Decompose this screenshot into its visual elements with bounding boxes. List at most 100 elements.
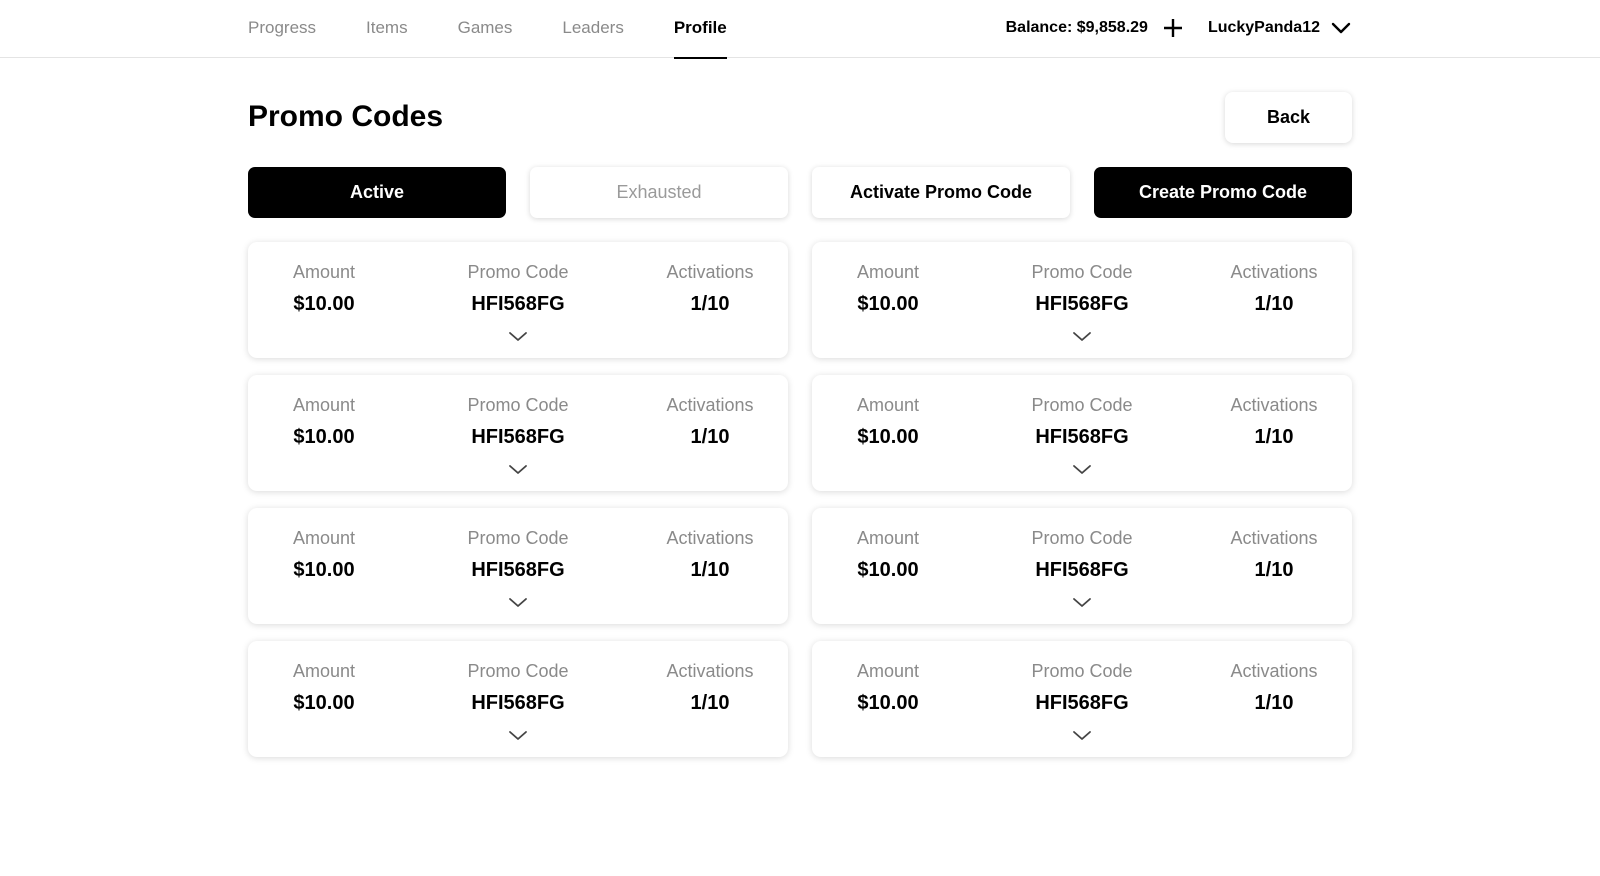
chevron-down-icon-glyph	[509, 331, 527, 341]
activations-label: Activations	[1230, 528, 1318, 548]
amount-value: $10.00	[857, 692, 919, 714]
promo-code-card: Amount $10.00 Promo Code HFI568FG Activa…	[248, 641, 788, 757]
chevron-down-icon[interactable]	[507, 328, 529, 344]
nav-item-profile[interactable]: Profile	[673, 0, 727, 59]
plus-icon-glyph	[1163, 19, 1182, 37]
activate-promo-code-button[interactable]: Activate Promo Code	[812, 167, 1070, 218]
promo-code-value: HFI568FG	[471, 692, 565, 714]
plus-icon[interactable]	[1160, 15, 1186, 41]
promo-code-label: Promo Code	[1031, 395, 1133, 415]
promo-code-label: Promo Code	[467, 528, 569, 548]
activations-column: Activations 1/10	[1184, 394, 1364, 449]
activations-column: Activations 1/10	[620, 660, 800, 715]
chevron-down-icon[interactable]	[1071, 461, 1093, 477]
activations-label: Activations	[666, 395, 754, 415]
promo-code-label: Promo Code	[467, 262, 569, 282]
nav-item-leaders[interactable]: Leaders	[562, 0, 623, 58]
amount-column: Amount $10.00	[798, 660, 978, 715]
promo-code-label: Promo Code	[1031, 661, 1133, 681]
chevron-down-icon[interactable]	[507, 461, 529, 477]
chevron-down-icon-glyph	[509, 730, 527, 740]
nav-item-games[interactable]: Games	[458, 0, 513, 58]
promo-code-card: Amount $10.00 Promo Code HFI568FG Activa…	[812, 508, 1352, 624]
amount-column: Amount $10.00	[798, 527, 978, 582]
promo-code-value: HFI568FG	[1035, 559, 1129, 581]
amount-column: Amount $10.00	[798, 394, 978, 449]
amount-value: $10.00	[857, 559, 919, 581]
username[interactable]: LuckyPanda12	[1208, 19, 1320, 37]
promo-code-label: Promo Code	[1031, 262, 1133, 282]
activations-value: 1/10	[690, 293, 730, 315]
promo-code-card: Amount $10.00 Promo Code HFI568FG Activa…	[248, 375, 788, 491]
amount-column: Amount $10.00	[234, 394, 414, 449]
account-area: Balance: $9,858.29 LuckyPanda12	[1006, 0, 1352, 56]
activations-column: Activations 1/10	[1184, 261, 1364, 316]
activations-value: 1/10	[690, 426, 730, 448]
promo-code-label: Promo Code	[1031, 528, 1133, 548]
amount-value: $10.00	[293, 293, 355, 315]
activations-value: 1/10	[1254, 426, 1294, 448]
promo-code-column: Promo Code HFI568FG	[992, 394, 1172, 449]
activations-column: Activations 1/10	[1184, 660, 1364, 715]
activations-label: Activations	[666, 262, 754, 282]
chevron-down-icon-glyph	[1331, 22, 1351, 34]
chevron-down-icon-glyph	[1073, 730, 1091, 740]
promo-code-column: Promo Code HFI568FG	[992, 261, 1172, 316]
promo-code-value: HFI568FG	[471, 559, 565, 581]
amount-value: $10.00	[857, 426, 919, 448]
nav-item-progress[interactable]: Progress	[248, 0, 316, 58]
promo-code-value: HFI568FG	[1035, 426, 1129, 448]
activations-label: Activations	[1230, 262, 1318, 282]
promo-code-label: Promo Code	[467, 395, 569, 415]
activations-column: Activations 1/10	[620, 527, 800, 582]
activations-value: 1/10	[1254, 559, 1294, 581]
back-button[interactable]: Back	[1225, 92, 1352, 143]
activations-column: Activations 1/10	[1184, 527, 1364, 582]
chevron-down-icon[interactable]	[507, 594, 529, 610]
activations-value: 1/10	[690, 692, 730, 714]
chevron-down-icon[interactable]	[1071, 594, 1093, 610]
chevron-down-icon-glyph	[1073, 597, 1091, 607]
amount-label: Amount	[292, 528, 356, 548]
main-nav: Progress Items Games Leaders Profile	[248, 0, 777, 59]
tab-active[interactable]: Active	[248, 167, 506, 218]
amount-value: $10.00	[857, 293, 919, 315]
amount-label: Amount	[856, 661, 920, 681]
promo-code-card: Amount $10.00 Promo Code HFI568FG Activa…	[248, 508, 788, 624]
promo-code-column: Promo Code HFI568FG	[428, 527, 608, 582]
promo-code-value: HFI568FG	[1035, 692, 1129, 714]
promo-code-card: Amount $10.00 Promo Code HFI568FG Activa…	[248, 242, 788, 358]
promo-code-column: Promo Code HFI568FG	[428, 660, 608, 715]
chevron-down-icon[interactable]	[507, 727, 529, 743]
promo-code-card: Amount $10.00 Promo Code HFI568FG Activa…	[812, 641, 1352, 757]
amount-value: $10.00	[293, 692, 355, 714]
activations-column: Activations 1/10	[620, 394, 800, 449]
activations-value: 1/10	[1254, 293, 1294, 315]
amount-label: Amount	[856, 395, 920, 415]
chevron-down-icon[interactable]	[1071, 727, 1093, 743]
promo-code-card: Amount $10.00 Promo Code HFI568FG Activa…	[812, 242, 1352, 358]
amount-label: Amount	[856, 262, 920, 282]
promo-code-column: Promo Code HFI568FG	[992, 660, 1172, 715]
amount-value: $10.00	[293, 426, 355, 448]
amount-label: Amount	[856, 528, 920, 548]
amount-value: $10.00	[293, 559, 355, 581]
chevron-down-icon-glyph	[509, 464, 527, 474]
promo-code-column: Promo Code HFI568FG	[428, 261, 608, 316]
page-title: Promo Codes	[248, 100, 444, 133]
tab-exhausted[interactable]: Exhausted	[530, 167, 788, 218]
amount-label: Amount	[292, 661, 356, 681]
nav-item-items[interactable]: Items	[366, 0, 408, 58]
chevron-down-icon-glyph	[1073, 464, 1091, 474]
activations-column: Activations 1/10	[620, 261, 800, 316]
create-promo-code-button[interactable]: Create Promo Code	[1094, 167, 1352, 218]
amount-label: Amount	[292, 262, 356, 282]
promo-code-value: HFI568FG	[471, 426, 565, 448]
chevron-down-icon[interactable]	[1330, 17, 1352, 39]
amount-column: Amount $10.00	[234, 660, 414, 715]
top-bar: Progress Items Games Leaders Profile Bal…	[0, 0, 1600, 59]
activations-value: 1/10	[1254, 692, 1294, 714]
chevron-down-icon[interactable]	[1071, 328, 1093, 344]
promo-code-card: Amount $10.00 Promo Code HFI568FG Activa…	[812, 375, 1352, 491]
amount-column: Amount $10.00	[798, 261, 978, 316]
